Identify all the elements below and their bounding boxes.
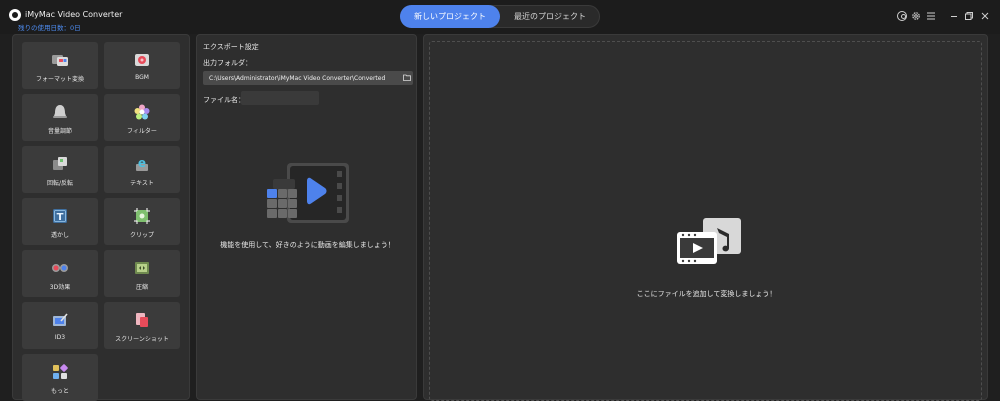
tool-label: BGM [135,74,149,81]
folder-icon[interactable] [403,74,411,81]
restore-icon[interactable] [964,11,974,21]
export-settings-title: エクスポート設定 [203,43,259,51]
volume-icon [53,105,67,118]
tool-watermark[interactable]: T 透かし [22,198,98,245]
filter-icon [134,104,150,120]
filename-input[interactable] [241,91,319,105]
tool-bgm[interactable]: BGM [104,42,180,89]
app-title: iMyMac Video Converter [25,10,123,19]
tool-more[interactable]: もっと [22,354,98,401]
tool-label: 3D効果 [49,284,71,291]
tool-id3[interactable]: ID3 [22,302,98,349]
tab-new-project[interactable]: 新しいプロジェクト [400,5,500,28]
minimize-icon[interactable] [949,11,959,21]
format-convert-icon [52,55,68,66]
drop-hint-text: ここにファイルを追加して変換しましょう！ [636,290,777,298]
gear-icon[interactable] [911,11,921,21]
svg-text:T: T [57,212,64,223]
id3-icon [53,313,68,326]
clip-icon [134,208,150,224]
add-file-convert-illustration [677,218,741,264]
account-icon[interactable] [897,11,907,21]
tool-label: クリップ [129,232,154,239]
tool-filter[interactable]: フィルター [104,94,180,141]
rotate-icon [53,157,67,170]
text-icon: e [136,156,148,171]
tool-format-convert[interactable]: フォーマット変換 [22,42,98,89]
output-folder-label: 出力フォルダ： [203,59,252,67]
tool-label: テキスト [130,180,154,187]
tool-rotate[interactable]: 回転/反転 [22,146,98,193]
tool-label: スクリーンショット [115,336,169,343]
tool-label: 音量調節 [47,128,72,135]
more-icon [53,364,68,379]
tab-recent-projects[interactable]: 最近のプロジェクト [500,5,600,28]
tool-compress[interactable]: 圧縮 [104,250,180,297]
menu-icon[interactable] [926,11,936,21]
edit-hint-text: 機能を使用して、好きのように動画を編集しましょう！ [220,241,395,249]
tool-label: 透かし [50,232,69,239]
title-bar: iMyMac Video Converter 残りの使用日数：0日 新しいプロジ… [0,0,1000,34]
tool-label: フィルター [127,128,157,135]
watermark-icon: T [53,209,67,223]
close-icon[interactable] [980,11,990,21]
file-drop-zone[interactable]: ここにファイルを追加して変換しましょう！ [429,41,982,401]
tool-label: もっと [50,388,69,395]
tool-volume[interactable]: 音量調節 [22,94,98,141]
tool-label: ID3 [54,334,66,341]
compress-icon [135,262,149,274]
screenshot-icon [136,313,148,327]
tool-3d[interactable]: 3D効果 [22,250,98,297]
bgm-icon [135,54,149,66]
export-settings-panel: エクスポート設定 出力フォルダ： C:\Users\Administrator\… [196,34,417,400]
file-drop-panel: ここにファイルを追加して変換しましょう！ [423,34,988,401]
tool-label: 圧縮 [135,284,148,291]
app-logo-icon [9,9,21,21]
output-folder-path[interactable]: C:\Users\Administrator\iMyMac Video Conv… [203,71,413,85]
svg-text:e: e [138,156,146,170]
3d-glasses-icon [52,264,68,272]
tool-label: 回転/反転 [46,180,74,187]
filename-label: ファイル名： [203,96,245,104]
tool-screenshot[interactable]: スクリーンショット [104,302,180,349]
tool-text[interactable]: e テキスト [104,146,180,193]
project-tabs: 新しいプロジェクト 最近のプロジェクト [400,5,600,28]
tools-panel: フォーマット変換 BGM 音量調節 フィルター 回転/反転 e テキスト T 透… [12,34,190,401]
tool-clip[interactable]: クリップ [104,198,180,245]
video-edit-illustration [267,163,349,223]
output-folder-path-text: C:\Users\Administrator\iMyMac Video Conv… [209,74,386,82]
trial-days-text: 残りの使用日数：0日 [18,24,81,32]
tool-label: フォーマット変換 [35,76,84,83]
